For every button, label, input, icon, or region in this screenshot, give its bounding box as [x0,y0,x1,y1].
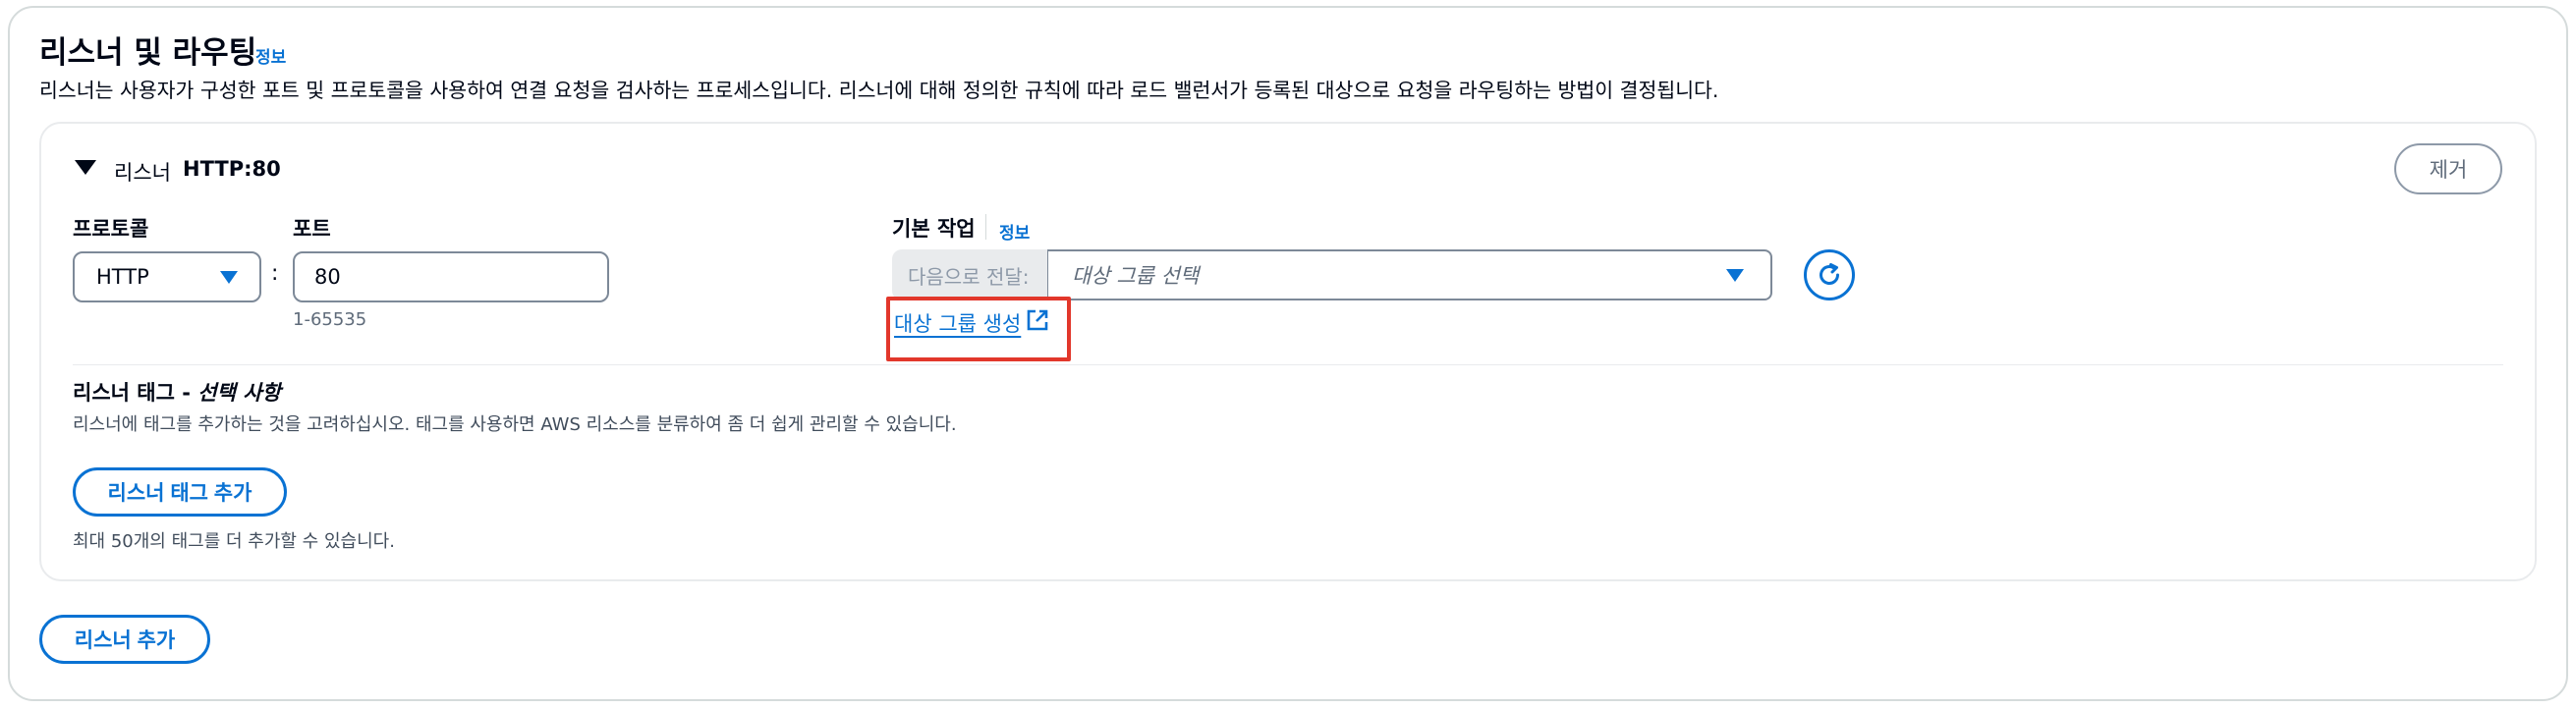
remove-listener-button[interactable]: 제거 [2394,143,2502,194]
default-action-info-link[interactable]: 정보 [999,219,1030,244]
port-value: 80 [314,265,341,289]
section-info-link[interactable]: 정보 [255,43,286,68]
section-description: 리스너는 사용자가 구성한 포트 및 프로토콜을 사용하여 연결 요청을 검사하… [39,79,1719,102]
port-label: 포트 [293,217,331,241]
tag-limit-text: 최대 50개의 태그를 더 추가할 수 있습니다. [73,531,395,552]
add-listener-tag-button[interactable]: 리스너 태그 추가 [73,467,287,517]
target-group-placeholder: 대상 그룹 선택 [1072,264,1200,288]
listener-tags-description: 리스너에 태그를 추가하는 것을 고려하십시오. 태그를 사용하면 AWS 리소… [73,414,957,435]
listener-tags-title: 리스너 태그 - 선택 사항 [73,377,281,407]
external-link-icon[interactable] [1026,308,1049,332]
add-listener-button[interactable]: 리스너 추가 [39,615,210,664]
listener-header-prefix[interactable]: 리스너 [114,157,171,187]
listener-card [39,122,2537,581]
divider [73,364,2503,365]
protocol-label: 프로토콜 [73,217,149,241]
triangle-down-icon [1726,269,1744,282]
protocol-value: HTTP [96,265,149,289]
refresh-target-groups-button[interactable] [1804,249,1855,300]
tags-title-bold: 리스너 태그 - [73,381,198,405]
refresh-icon [1820,263,1839,285]
tags-title-optional: 선택 사항 [197,381,281,405]
caret-down-icon[interactable] [75,160,96,175]
port-input[interactable]: 80 [293,251,609,302]
triangle-down-icon [220,271,238,284]
protocol-port-separator: : [271,261,279,286]
target-group-select[interactable]: 대상 그룹 선택 [1047,249,1772,300]
listener-header-name[interactable]: HTTP:80 [183,157,281,181]
info-divider [985,214,986,240]
port-hint: 1-65535 [293,309,367,330]
forward-to-text: 다음으로 전달: [908,264,1030,289]
protocol-select[interactable]: HTTP [73,251,261,302]
default-action-label: 기본 작업 [892,217,976,241]
section-title: 리스너 및 라우팅 [39,35,257,71]
forward-to-label: 다음으로 전달: [892,249,1049,300]
create-target-group-link[interactable]: 대상 그룹 생성 [894,308,1021,338]
